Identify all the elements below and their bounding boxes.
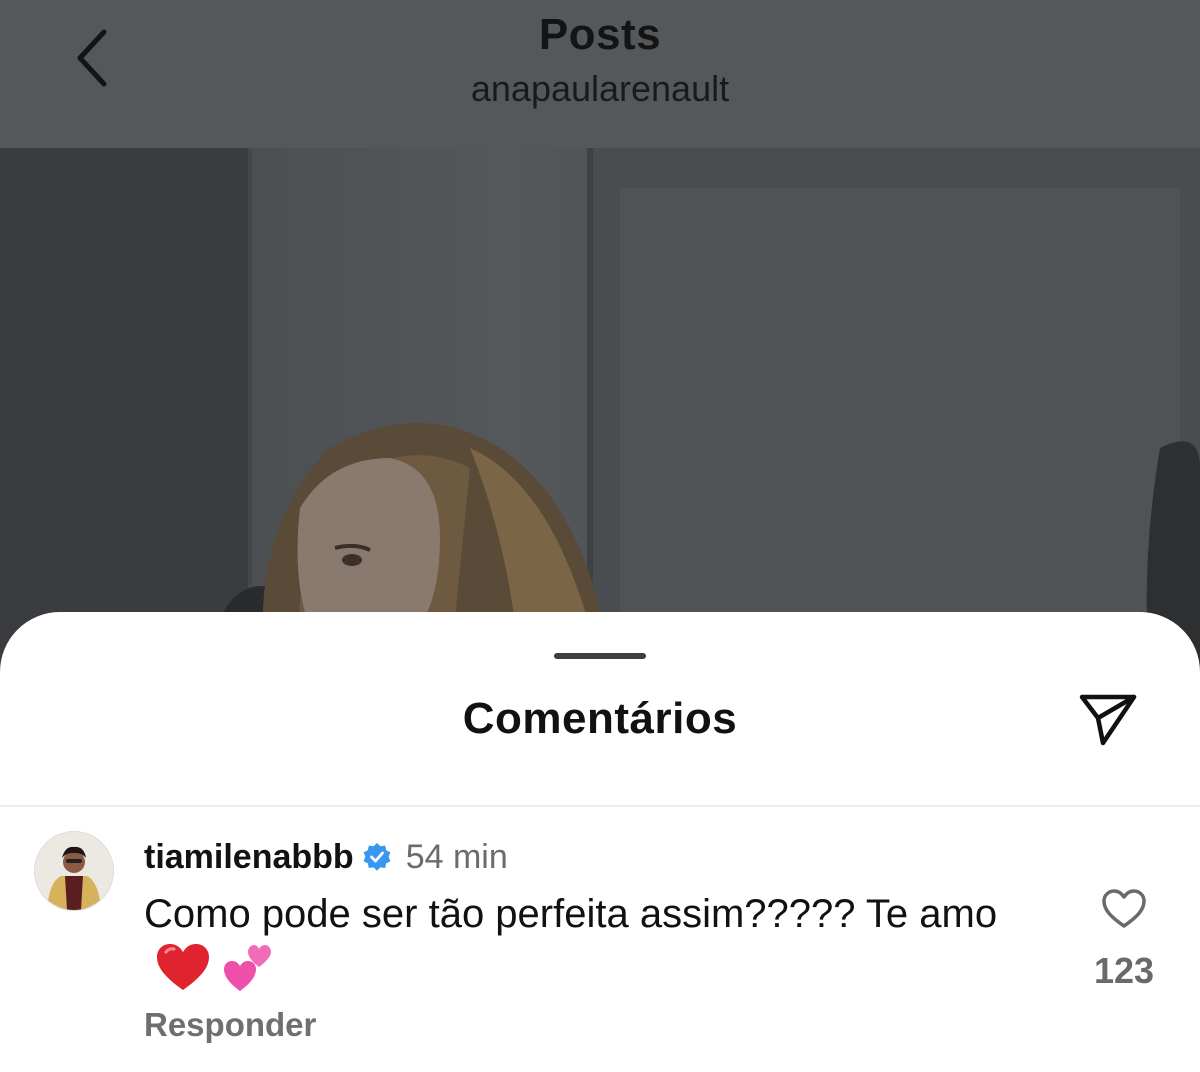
- red-heart-emoji-icon: [154, 942, 212, 994]
- paper-plane-icon: [1079, 694, 1137, 746]
- like-button[interactable]: [1096, 884, 1152, 934]
- comment-text: Como pode ser tão perfeita assim????? Te…: [144, 892, 998, 936]
- post-photo-illustration: [0, 148, 1200, 668]
- sheet-grabber[interactable]: [554, 653, 646, 659]
- avatar[interactable]: [34, 831, 114, 911]
- page-subtitle-username[interactable]: anapaularenault: [0, 68, 1200, 110]
- sheet-title: Comentários: [462, 694, 738, 743]
- comment-header: tiamilenabbb 54 min: [144, 834, 508, 880]
- comment-username[interactable]: tiamilenabbb: [144, 838, 354, 877]
- two-hearts-emoji-icon: [222, 942, 274, 994]
- page-title: Posts: [538, 10, 662, 59]
- comment-timestamp: 54 min: [405, 837, 508, 876]
- sheet-divider: [0, 805, 1200, 807]
- avatar-illustration: [35, 832, 113, 910]
- verified-badge-icon: [362, 842, 392, 872]
- like-count: 123: [1093, 950, 1155, 991]
- reply-button[interactable]: Responder: [144, 1006, 316, 1044]
- heart-outline-icon: [1102, 889, 1146, 928]
- screen: Posts anapaularenault Comentários tiamil…: [0, 0, 1200, 1072]
- comment-emojis: [144, 942, 274, 994]
- post-photo[interactable]: [0, 148, 1200, 668]
- comments-sheet: Comentários tiamilenabbb 54 min Como pod…: [0, 612, 1200, 1072]
- share-button[interactable]: [1070, 686, 1146, 752]
- top-header: Posts anapaularenault: [0, 0, 1200, 148]
- comment-body: Como pode ser tão perfeita assim????? Te…: [144, 888, 1044, 994]
